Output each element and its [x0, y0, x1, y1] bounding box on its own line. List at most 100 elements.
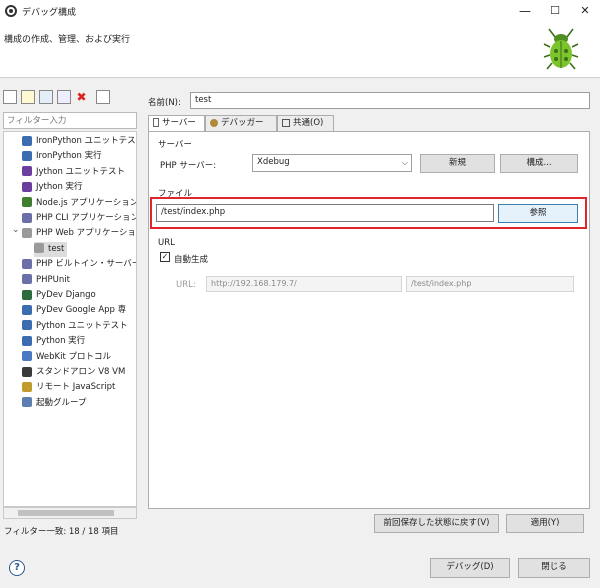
tree-item[interactable]: Python 実行	[22, 334, 85, 349]
tree-item-label: IronPython ユニットテス	[36, 136, 136, 146]
auto-generate-checkbox[interactable]: ✓	[160, 252, 170, 262]
collapse-all-icon[interactable]	[96, 90, 111, 104]
tree-item[interactable]: ⌄ PHP Web アプリケーショ	[12, 225, 136, 241]
tree-item[interactable]: WebKit プロトコル	[22, 350, 111, 365]
config-type-icon	[22, 166, 32, 177]
tab-debugger[interactable]: デバッガー	[205, 115, 277, 132]
filter-status: フィルター一致: 18 / 18 項目	[4, 527, 119, 537]
auto-generate-label: 自動生成	[174, 255, 209, 265]
tree-item-label: リモート JavaScript	[36, 382, 116, 393]
php-server-label: PHP サーバー:	[160, 161, 217, 171]
maximize-button[interactable]: ☐	[540, 2, 570, 20]
config-tabs: サーバー デバッガー 共通(O)	[148, 115, 588, 133]
tree-item-label: スタンドアロン V8 VM	[36, 367, 126, 377]
config-tree: IronPython ユニットテス IronPython 実行 Jython ユニッ…	[3, 131, 137, 507]
configure-server-button[interactable]: 構成...	[500, 154, 578, 173]
tree-item[interactable]: PyDev Google App 専	[22, 303, 126, 318]
tree-item[interactable]: test	[34, 241, 68, 257]
new-server-button[interactable]: 新規	[420, 154, 495, 173]
config-type-icon	[22, 335, 32, 346]
server-section-label: サーバー	[158, 140, 192, 150]
config-type-icon	[22, 150, 32, 161]
tree-item[interactable]: PHPUnit	[22, 273, 70, 288]
tree-item-label: Node.js アプリケーション	[36, 197, 137, 208]
tree-item-label: PyDev Django	[36, 290, 96, 300]
tree-item-label: IronPython 実行	[36, 151, 102, 162]
config-type-icon	[22, 197, 32, 208]
debug-bug-icon	[543, 28, 579, 70]
tree-item[interactable]: Jython 実行	[22, 180, 83, 195]
tab-common[interactable]: 共通(O)	[277, 115, 334, 132]
dialog-header	[0, 22, 600, 78]
config-type-icon	[22, 304, 32, 315]
config-type-icon	[34, 243, 44, 254]
tree-horizontal-scrollbar[interactable]	[3, 507, 137, 519]
minimize-button[interactable]: —	[510, 2, 540, 20]
name-input[interactable]: test	[190, 92, 590, 109]
config-type-icon	[22, 351, 32, 362]
server-tab-panel	[148, 131, 590, 509]
debugger-icon	[210, 118, 218, 127]
scrollbar-thumb[interactable]	[18, 510, 114, 516]
tree-item-label: PyDev Google App 専	[36, 305, 127, 316]
tree-item[interactable]: Node.js アプリケーション	[22, 196, 137, 211]
tree-item-label: PHP ビルトイン・サーバー	[36, 259, 137, 270]
tree-item-label: WebKit プロトコル	[36, 351, 112, 362]
config-type-icon	[22, 289, 32, 300]
tree-item[interactable]: スタンドアロン V8 VM	[22, 365, 125, 380]
config-type-icon	[22, 381, 32, 392]
tree-item[interactable]: PHP CLI アプリケーション	[22, 211, 137, 226]
tree-item[interactable]: Jython ユニットテスト	[22, 165, 125, 180]
config-type-icon	[22, 397, 32, 408]
url-label: URL:	[176, 280, 196, 290]
server-icon	[153, 118, 159, 127]
tree-item[interactable]: PyDev Django	[22, 288, 96, 303]
tree-item[interactable]: Python ユニットテスト	[22, 319, 128, 334]
tree-item[interactable]: IronPython 実行	[22, 149, 102, 164]
tree-item-label: PHP CLI アプリケーション	[36, 213, 137, 223]
tree-item-label: test	[48, 243, 65, 254]
close-button[interactable]: 閉じる	[518, 558, 590, 578]
name-label: 名前(N):	[148, 98, 181, 108]
tree-item-label: Python ユニットテスト	[36, 320, 128, 331]
config-type-icon	[22, 181, 32, 192]
close-window-button[interactable]: ✕	[570, 2, 600, 20]
config-type-icon	[22, 227, 32, 238]
config-type-icon	[22, 274, 32, 285]
config-type-icon	[22, 320, 32, 331]
annotation-highlight	[150, 197, 587, 229]
revert-button[interactable]: 前回保存した状態に戻す(V)	[374, 514, 499, 533]
tree-item-label: Jython 実行	[36, 182, 83, 193]
eclipse-icon	[5, 5, 17, 17]
config-type-icon	[22, 135, 32, 146]
url-path-input[interactable]: /test/index.php	[406, 276, 574, 292]
php-server-select[interactable]: Xdebug ⌵	[252, 154, 412, 172]
tree-item[interactable]: PHP ビルトイン・サーバー	[22, 257, 137, 272]
php-server-value: Xdebug	[257, 157, 290, 167]
config-type-icon	[22, 366, 32, 377]
debug-button[interactable]: デバッグ(D)	[430, 558, 510, 578]
config-toolbar: ✖	[3, 90, 133, 106]
export-icon[interactable]	[38, 90, 53, 104]
expand-chevron-icon[interactable]: ⌄	[12, 223, 20, 238]
new-config-icon[interactable]	[3, 90, 17, 104]
new-prototype-icon[interactable]	[20, 90, 35, 104]
config-type-icon	[22, 212, 32, 223]
filter-input[interactable]	[3, 112, 137, 129]
url-base-input[interactable]: http://192.168.179.7/	[206, 276, 402, 292]
config-type-icon	[22, 258, 32, 269]
duplicate-icon[interactable]	[56, 90, 71, 104]
delete-icon[interactable]: ✖	[75, 90, 89, 104]
tree-item-label: Jython ユニットテスト	[36, 166, 126, 177]
help-icon[interactable]: ?	[9, 560, 25, 576]
tree-item[interactable]: リモート JavaScript	[22, 380, 115, 395]
tree-item-label: PHP Web アプリケーショ	[36, 228, 136, 239]
header-description: 構成の作成、管理、および実行	[4, 35, 131, 45]
url-section-label: URL	[158, 238, 175, 248]
window-title: デバッグ構成	[22, 8, 77, 18]
tree-item[interactable]: IronPython ユニットテス	[22, 134, 136, 149]
tree-item[interactable]: 起動グループ	[22, 396, 87, 411]
chevron-down-icon: ⌵	[401, 158, 408, 167]
apply-button[interactable]: 適用(Y)	[506, 514, 584, 533]
tree-item-label: 起動グループ	[36, 397, 87, 408]
